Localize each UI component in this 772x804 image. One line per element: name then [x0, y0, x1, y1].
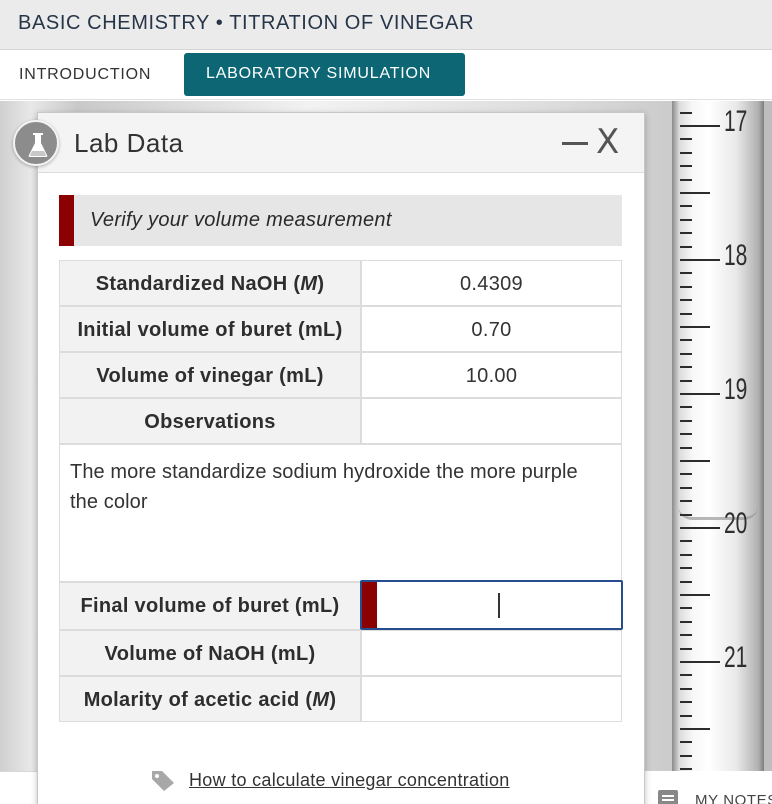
table-row: Initial volume of buret (mL) 0.70: [59, 306, 622, 352]
table-row: Molarity of acetic acid (M): [59, 676, 622, 722]
vinegar-volume-label: Volume of vinegar (mL): [59, 352, 361, 398]
buret-tick: [680, 527, 720, 529]
vinegar-volume-value: 10.00: [361, 352, 622, 398]
buret-tick: [680, 607, 692, 610]
final-volume-input[interactable]: [379, 582, 621, 628]
verify-alert: Verify your volume measurement: [59, 195, 622, 246]
panel-header[interactable]: Lab Data X: [38, 113, 644, 173]
buret-tick: [680, 768, 692, 771]
buret-tick: [680, 366, 692, 369]
buret-tick: [680, 165, 692, 168]
flask-icon: [13, 120, 59, 166]
panel-title: Lab Data: [74, 128, 184, 158]
buret-tick: [680, 245, 692, 248]
buret-tick: [680, 259, 720, 261]
buret-tick: [680, 567, 692, 570]
verify-message: Verify your volume measurement: [90, 209, 392, 231]
buret-tick: [680, 232, 692, 235]
tab-bar: INTRODUCTION LABORATORY SIMULATION: [0, 50, 772, 100]
buret-label: 20: [724, 507, 748, 540]
buret-tick: [680, 151, 692, 154]
buret-tick: [680, 272, 692, 275]
buret-tick: [680, 299, 692, 302]
observations-value: [361, 398, 622, 444]
buret-tick: [680, 125, 720, 127]
naoh-molarity-value: 0.4309: [361, 260, 622, 306]
buret-tick: [680, 687, 692, 690]
buret-tick: [680, 701, 692, 704]
buret-tick: [680, 178, 692, 181]
tab-introduction[interactable]: INTRODUCTION: [19, 66, 151, 84]
buret-tick: [680, 473, 692, 476]
text-caret: [498, 593, 500, 618]
buret-tick: [680, 192, 710, 194]
buret-tick: [680, 111, 692, 114]
input-error-accent: [362, 582, 377, 628]
buret-tick: [680, 218, 692, 221]
buret-tick: [680, 285, 692, 288]
naoh-volume-value: [361, 630, 622, 676]
naoh-molarity-label: Standardized NaOH (M): [59, 260, 361, 306]
buret-tick: [680, 620, 692, 623]
acetic-acid-molarity-label: Molarity of acetic acid (M): [59, 676, 361, 722]
buret-tick: [680, 406, 692, 409]
buret-label: 17: [724, 105, 748, 138]
buret-tick: [680, 339, 692, 342]
buret-tick: [680, 138, 692, 141]
buret-label: 18: [724, 239, 748, 272]
app-title: BASIC CHEMISTRY • TITRATION OF VINEGAR: [18, 12, 475, 34]
tab-laboratory-simulation[interactable]: LABORATORY SIMULATION: [184, 53, 465, 96]
buret-tick: [680, 326, 710, 328]
tag-icon: [152, 771, 174, 791]
observations-text[interactable]: The more standardize sodium hydroxide th…: [59, 444, 622, 582]
buret-tick: [680, 540, 692, 543]
table-row: Standardized NaOH (M) 0.4309: [59, 260, 622, 306]
buret-tick: [680, 513, 692, 516]
acetic-acid-molarity-value: [361, 676, 622, 722]
buret-tick: [680, 647, 692, 650]
table-row: Volume of NaOH (mL): [59, 630, 622, 676]
final-volume-label: Final volume of buret (mL): [59, 582, 361, 630]
alert-accent: [59, 195, 74, 246]
buret-tick: [680, 674, 692, 677]
buret-tick: [680, 446, 692, 449]
buret-tick: [680, 486, 692, 489]
buret-label: 21: [724, 641, 748, 674]
close-icon[interactable]: X: [596, 122, 619, 162]
buret-tick: [680, 580, 692, 583]
buret-tick: [680, 728, 710, 730]
initial-volume-label: Initial volume of buret (mL): [59, 306, 361, 352]
buret-tick: [680, 553, 692, 556]
table-row: Observations: [59, 398, 622, 444]
final-volume-input-wrapper[interactable]: [360, 580, 623, 630]
buret[interactable]: 17 18 19 20 21: [672, 101, 764, 771]
buret-tick: [680, 500, 692, 503]
buret-tick: [680, 634, 692, 637]
buret-tick: [680, 594, 710, 596]
observations-label: Observations: [59, 398, 361, 444]
buret-tick: [680, 393, 720, 395]
app-header: BASIC CHEMISTRY • TITRATION OF VINEGAR: [0, 0, 772, 50]
buret-tick: [680, 433, 692, 436]
my-notes-label: MY NOTES: [695, 792, 772, 804]
naoh-volume-label: Volume of NaOH (mL): [59, 630, 361, 676]
my-notes-tab[interactable]: MY NOTES: [644, 771, 772, 804]
buret-tick: [680, 754, 692, 757]
buret-tick: [680, 352, 692, 355]
buret-tick: [680, 205, 692, 208]
initial-volume-value: 0.70: [361, 306, 622, 352]
notes-icon: [658, 790, 678, 804]
buret-tick: [680, 460, 710, 462]
table-row: Volume of vinegar (mL) 10.00: [59, 352, 622, 398]
how-to-calculate-link[interactable]: How to calculate vinegar concentration: [189, 770, 510, 791]
buret-label: 19: [724, 373, 748, 406]
buret-tick: [680, 714, 692, 717]
buret-tick: [680, 661, 720, 663]
buret-tick: [680, 379, 692, 382]
buret-tick: [680, 741, 692, 744]
buret-tick: [680, 419, 692, 422]
minimize-icon[interactable]: [560, 121, 590, 161]
buret-tick: [680, 312, 692, 315]
